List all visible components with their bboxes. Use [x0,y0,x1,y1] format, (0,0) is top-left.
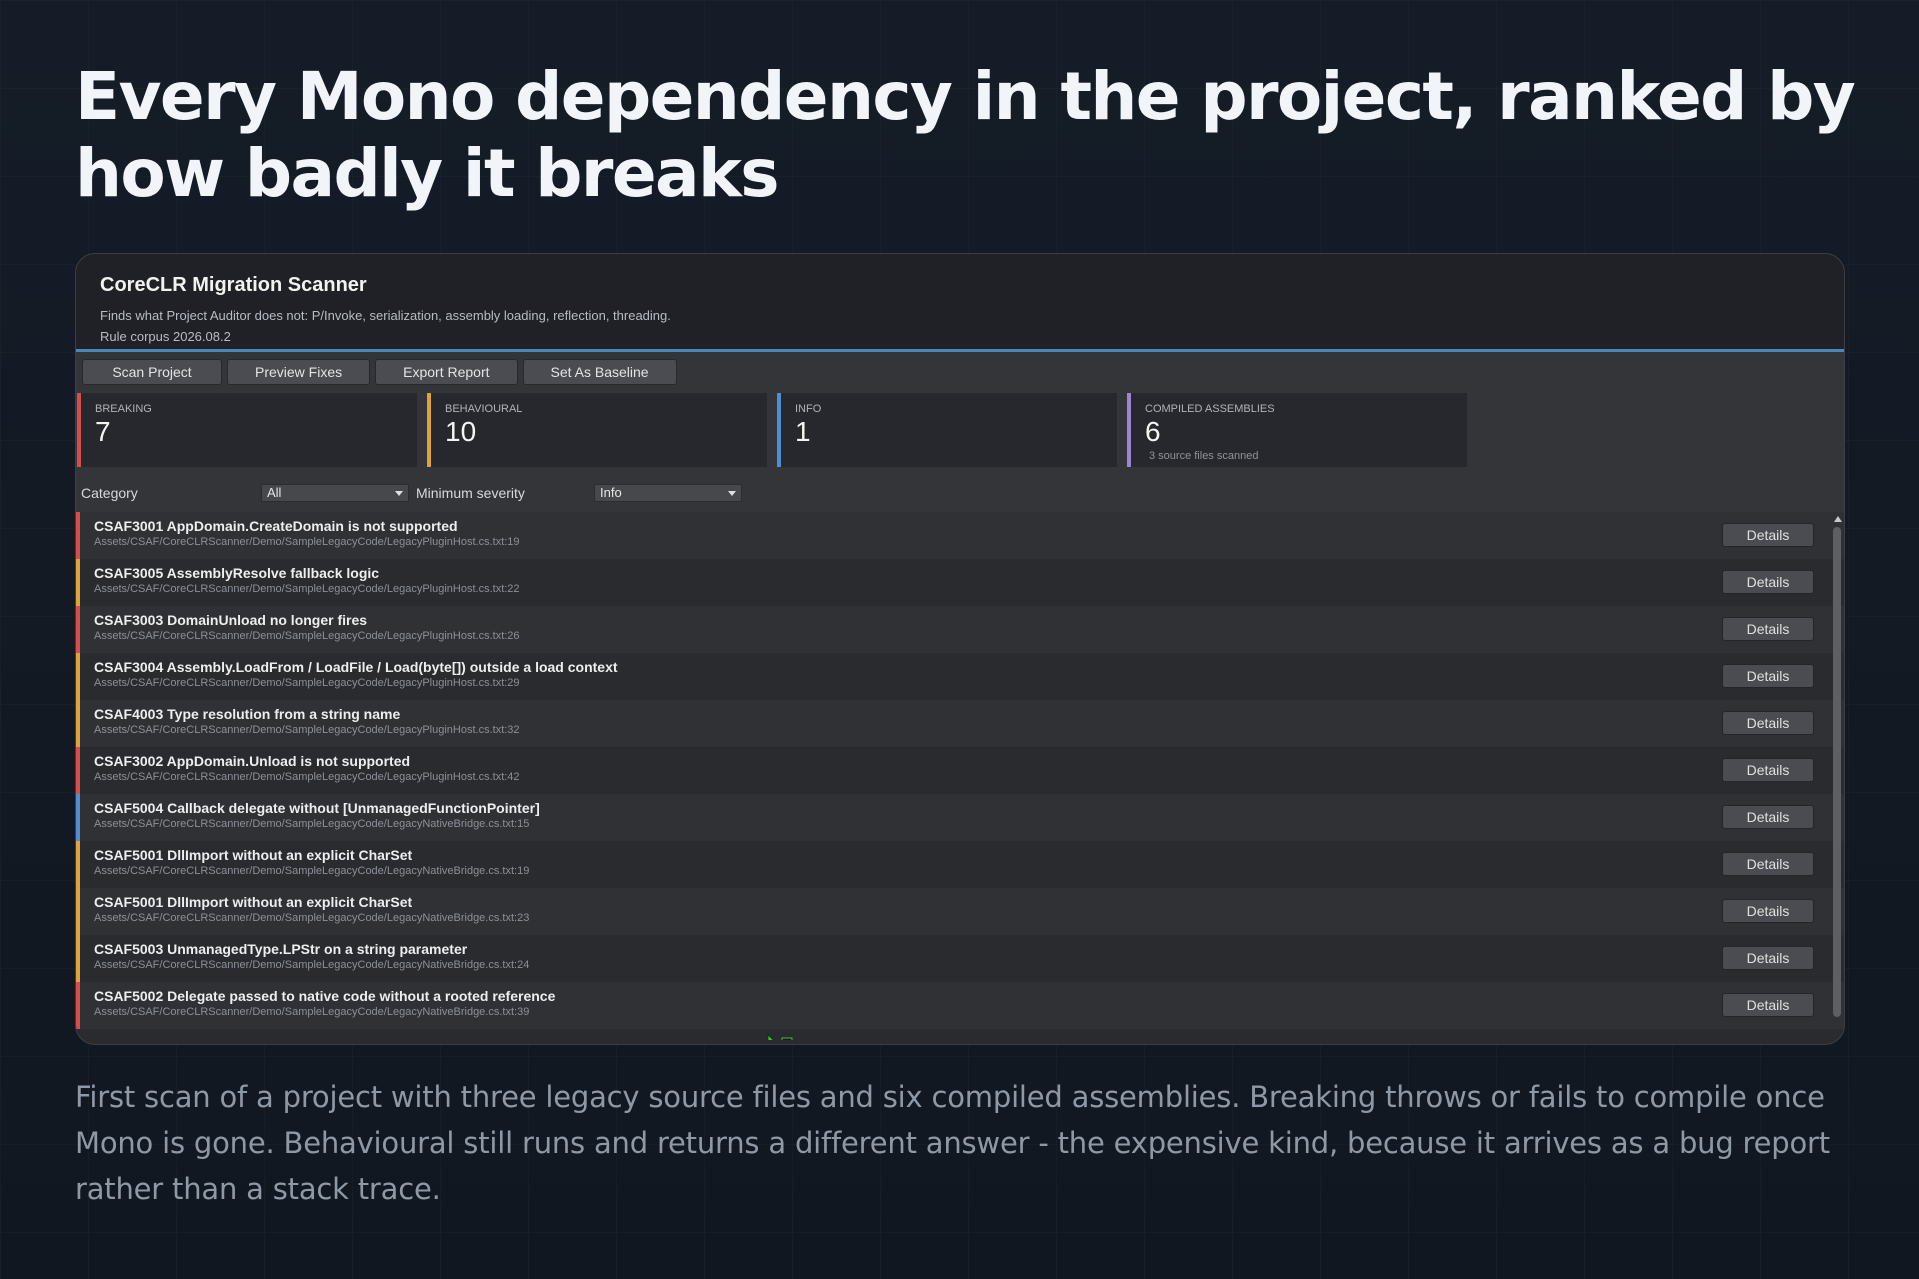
finding-path: Assets/CSAF/CoreCLRScanner/Demo/SampleLe… [94,771,520,783]
chevron-down-icon [728,491,736,496]
minimum-severity-value: Info [600,485,622,500]
stat-value: 10 [445,416,477,447]
finding-row[interactable]: CSAF3004 Assembly.LoadFrom / LoadFile / … [76,653,1844,700]
finding-row[interactable]: CSAF3001 AppDomain.CreateDomain is not s… [76,512,1844,559]
finding-path: Assets/CSAF/CoreCLRScanner/Demo/SampleLe… [94,724,520,736]
stat-card-info: INFO 1 [777,393,1117,467]
finding-title: CSAF5001 DllImport without an explicit C… [94,894,413,910]
details-button[interactable]: Details [1722,852,1814,876]
finding-path: Assets/CSAF/CoreCLRScanner/Demo/SampleLe… [94,865,530,877]
finding-path: Assets/CSAF/CoreCLRScanner/Demo/SampleLe… [94,959,530,971]
details-button[interactable]: Details [1722,570,1814,594]
finding-row[interactable]: CSAF5002 Delegate passed to native code … [76,982,1844,1029]
stat-label: INFO [795,403,822,415]
category-value: All [267,485,282,500]
filter-bar: Category All Minimum severity Info [76,474,1844,512]
finding-row[interactable]: CSAF3005 AssemblyResolve fallback logic A… [76,559,1844,606]
window-subtitle: Finds what Project Auditor does not: P/I… [100,308,671,323]
stat-label: BEHAVIOURAL [445,403,523,415]
finding-title: CSAF3004 Assembly.LoadFrom / LoadFile / … [94,659,618,675]
window-header: CoreCLR Migration Scanner Finds what Pro… [76,254,1844,352]
export-report-button[interactable]: Export Report [375,359,518,385]
finding-path: Assets/CSAF/CoreCLRScanner/Demo/SampleLe… [94,583,520,595]
window-title: CoreCLR Migration Scanner [100,274,367,296]
category-label: Category [81,485,138,501]
finding-path: Assets/CSAF/CoreCLRScanner/Demo/SampleLe… [94,912,530,924]
scanner-window: CoreCLR Migration Scanner Finds what Pro… [75,253,1845,1045]
mouse-cursor-icon [767,1034,793,1040]
details-button[interactable]: Details [1722,899,1814,923]
finding-row[interactable]: CSAF5003 UnmanagedType.LPStr on a string… [76,935,1844,982]
findings-rows: CSAF3001 AppDomain.CreateDomain is not s… [76,512,1844,1029]
stat-card-behavioural: BEHAVIOURAL 10 [427,393,767,467]
details-button[interactable]: Details [1722,993,1814,1017]
finding-path: Assets/CSAF/CoreCLRScanner/Demo/SampleLe… [94,536,520,548]
stats-row: BREAKING 7 BEHAVIOURAL 10 INFO 1 COMPILE… [76,388,1844,474]
stat-value: 1 [795,416,811,447]
details-button[interactable]: Details [1722,664,1814,688]
stat-value: 7 [95,416,111,447]
finding-title: CSAF3003 DomainUnload no longer fires [94,612,368,628]
finding-title: CSAF5002 Delegate passed to native code … [94,988,556,1004]
page-caption: First scan of a project with three legac… [75,1080,1830,1206]
stat-label: BREAKING [95,403,152,415]
stat-label: COMPILED ASSEMBLIES [1145,403,1275,415]
stat-value: 6 [1145,416,1161,447]
finding-title: CSAF3002 AppDomain.Unload is not support… [94,753,411,769]
scan-project-button[interactable]: Scan Project [82,359,222,385]
finding-title: CSAF5001 DllImport without an explicit C… [94,847,413,863]
stat-card-compiled-assemblies: COMPILED ASSEMBLIES 6 3 source files sca… [1127,393,1467,467]
minimum-severity-select[interactable]: Info [594,484,742,502]
details-button[interactable]: Details [1722,758,1814,782]
finding-path: Assets/CSAF/CoreCLRScanner/Demo/SampleLe… [94,818,530,830]
minimum-severity-label: Minimum severity [416,485,525,501]
finding-row[interactable]: CSAF5001 DllImport without an explicit C… [76,841,1844,888]
scrollbar-thumb[interactable] [1833,527,1841,1017]
finding-title: CSAF4003 Type resolution from a string n… [94,706,401,722]
details-button[interactable]: Details [1722,523,1814,547]
category-select[interactable]: All [261,484,409,502]
finding-row[interactable]: CSAF4003 Type resolution from a string n… [76,700,1844,747]
stat-note: 3 source files scanned [1149,450,1259,462]
finding-title: CSAF3005 AssemblyResolve fallback logic [94,565,380,581]
finding-title: CSAF5004 Callback delegate without [Unma… [94,800,540,816]
page-headline: Every Mono dependency in the project, ra… [75,58,1856,212]
finding-path: Assets/CSAF/CoreCLRScanner/Demo/SampleLe… [94,677,520,689]
finding-title: CSAF3001 AppDomain.CreateDomain is not s… [94,518,458,534]
set-as-baseline-button[interactable]: Set As Baseline [522,359,677,385]
details-button[interactable]: Details [1722,805,1814,829]
preview-fixes-button[interactable]: Preview Fixes [227,359,371,385]
scroll-up-arrow-icon[interactable] [1834,516,1842,522]
finding-path: Assets/CSAF/CoreCLRScanner/Demo/SampleLe… [94,1006,530,1018]
finding-row[interactable]: CSAF3002 AppDomain.Unload is not support… [76,747,1844,794]
finding-row[interactable]: CSAF5004 Callback delegate without [Unma… [76,794,1844,841]
page: Every Mono dependency in the project, ra… [0,0,1919,1279]
finding-title: CSAF5003 UnmanagedType.LPStr on a string… [94,941,468,957]
vertical-scrollbar[interactable] [1833,516,1842,1026]
rule-corpus-label: Rule corpus 2026.08.2 [100,329,231,344]
finding-row[interactable]: CSAF3003 DomainUnload no longer fires Ass… [76,606,1844,653]
details-button[interactable]: Details [1722,617,1814,641]
finding-path: Assets/CSAF/CoreCLRScanner/Demo/SampleLe… [94,630,520,642]
details-button[interactable]: Details [1722,711,1814,735]
toolbar: Scan Project Preview Fixes Export Report… [76,352,1844,388]
findings-list[interactable]: CSAF3001 AppDomain.CreateDomain is not s… [76,512,1844,1040]
stat-card-breaking: BREAKING 7 [77,393,417,467]
details-button[interactable]: Details [1722,946,1814,970]
finding-row[interactable]: CSAF5001 DllImport without an explicit C… [76,888,1844,935]
chevron-down-icon [395,491,403,496]
